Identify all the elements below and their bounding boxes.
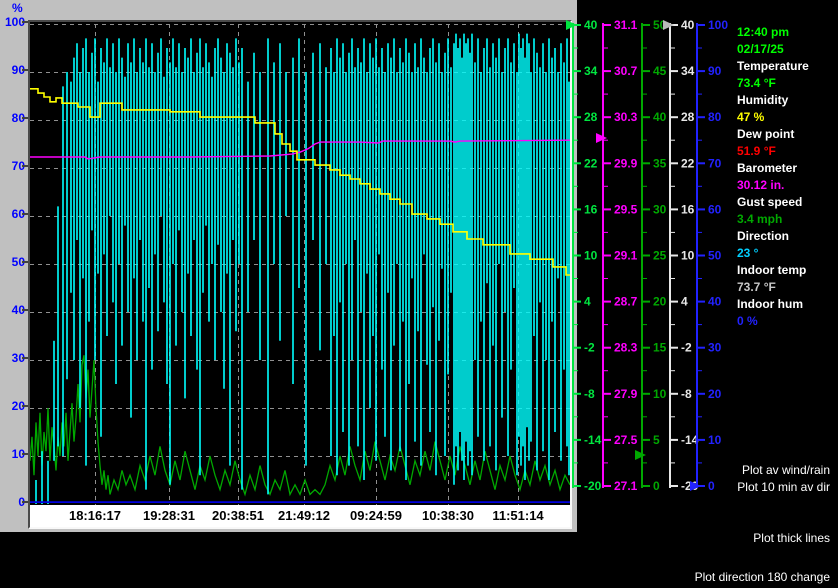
dew-point-value: 51.9 °F (737, 143, 837, 160)
humidity-axis-label: 70 (708, 156, 722, 170)
dew-point-axis: 4034282216104-2-8-14-20 (663, 18, 699, 493)
time-axis-label: 10:38:30 (413, 508, 483, 523)
barometer-axis-label: 27.1 (614, 479, 638, 493)
time-axis-label: 20:38:51 (203, 508, 273, 523)
barometer-axis-label: 30.3 (614, 110, 638, 124)
indoor-temp-label: Indoor temp (737, 262, 837, 279)
weather-plot[interactable] (30, 24, 570, 505)
indoor-temp-value: 73.7 °F (737, 279, 837, 296)
barometer-axis-label: 28.3 (614, 341, 638, 355)
humidity-axis: 1009080706050403020100 (690, 18, 728, 493)
humidity-axis-label: 30 (708, 341, 722, 355)
dew-point-axis-label: -8 (681, 387, 692, 401)
temperature-axis-label: 28 (584, 110, 598, 124)
dew-point-axis-label: 4 (681, 295, 688, 309)
gust-speed-axis-label: 20 (653, 295, 667, 309)
option-plot-10-min-av-dir[interactable]: Plot 10 min av dir (737, 480, 830, 494)
dew-point-label: Dew point (737, 126, 837, 143)
date: 02/17/25 (737, 41, 837, 58)
barometer-axis-label: 29.5 (614, 202, 638, 216)
gust-speed-axis-label: 35 (653, 156, 667, 170)
temperature-axis-label: 34 (584, 64, 598, 78)
temperature-axis-label: -8 (584, 387, 595, 401)
indoor-hum-label: Indoor hum (737, 296, 837, 313)
barometer-axis-label: 31.1 (614, 18, 638, 32)
chart-widget: % 1009080706050403020100 18:16:1719:28:3… (0, 0, 577, 532)
temperature-axis-label: 22 (584, 156, 598, 170)
barometer-axis-label: 28.7 (614, 295, 638, 309)
humidity-axis-label: 20 (708, 387, 722, 401)
temperature-axis-label: -14 (584, 433, 602, 447)
barometer-axis-label: 30.7 (614, 64, 638, 78)
barometer-axis-label: 27.9 (614, 387, 638, 401)
plot-frame: 18:16:17 19:28:3120:38:5121:49:1209:24:59… (28, 20, 572, 529)
readings-panel: 12:40 pm02/17/25Temperature73.4 °FHumidi… (737, 24, 837, 330)
left-axis-unit: % (12, 1, 32, 15)
temperature-pointer (566, 20, 577, 30)
dew-point-axis-label: 10 (681, 249, 695, 263)
humidity-axis-label: 50 (708, 249, 722, 263)
time-axis-label: 18:16:17 (60, 508, 130, 523)
humidity-label: Humidity (737, 92, 837, 109)
humidity-axis-label: 90 (708, 64, 722, 78)
barometer-axis-label: 29.9 (614, 156, 638, 170)
barometer-pointer (596, 133, 607, 143)
dew-point-axis-label: 34 (681, 64, 695, 78)
barometer-axis-label: 29.1 (614, 249, 638, 263)
gust-speed-axis: 50454035302520151050 (635, 18, 667, 493)
gust-speed-axis-label: 15 (653, 341, 667, 355)
temperature-axis-label: 40 (584, 18, 598, 32)
humidity-axis-label: 0 (708, 479, 715, 493)
humidity-axis-label: 100 (708, 18, 728, 32)
humidity-axis-label: 10 (708, 433, 722, 447)
temperature-axis-label: 10 (584, 249, 598, 263)
gust-speed-axis-label: 30 (653, 202, 667, 216)
gust-speed-axis-label: 40 (653, 110, 667, 124)
direction-value: 23 ° (737, 245, 837, 262)
temperature-axis-label: 4 (584, 295, 591, 309)
time-axis-label: 09:24:59 (341, 508, 411, 523)
option-plot-direction-180-change[interactable]: Plot direction 180 change (695, 570, 830, 584)
barometer-axis-label: 27.5 (614, 433, 638, 447)
time-axis-label: 21:49:12 (269, 508, 339, 523)
humidity-axis-label: 80 (708, 110, 722, 124)
right-axes: 4034282216104-2-8-14-2031.130.730.329.92… (560, 0, 735, 510)
barometer-label: Barometer (737, 160, 837, 177)
gust-speed-axis-label: 25 (653, 249, 667, 263)
gust-speed-axis-label: 5 (653, 433, 660, 447)
temperature-axis-label: 16 (584, 202, 598, 216)
dew-point-axis-label: 40 (681, 18, 695, 32)
time-axis: 18:16:17 19:28:3120:38:5121:49:1209:24:59… (30, 505, 570, 527)
barometer-axis: 31.1 30.7 30.3 29.9 29.5 29.1 28.7 28.3 27.9 27.5… (596, 18, 638, 493)
weather-app-screen: % 1009080706050403020100 18:16:1719:28:3… (0, 0, 838, 588)
dew-point-axis-label: 16 (681, 202, 695, 216)
dew-point-axis-label: 22 (681, 156, 695, 170)
dew-point-pointer (663, 20, 674, 30)
dew-point-axis-label: 28 (681, 110, 695, 124)
barometer-value: 30.12 in. (737, 177, 837, 194)
humidity-axis-label: 60 (708, 202, 722, 216)
temperature-value: 73.4 °F (737, 75, 837, 92)
gust-speed-axis-label: 0 (653, 479, 660, 493)
temperature-axis-label: -20 (584, 479, 602, 493)
clock-time: 12:40 pm (737, 24, 837, 41)
gust-speed-axis-label: 10 (653, 387, 667, 401)
indoor-hum-value: 0 % (737, 313, 837, 330)
gust-speed-pointer (635, 450, 646, 460)
option-plot-av-wind-rain[interactable]: Plot av wind/rain (742, 463, 830, 477)
humidity-value: 47 % (737, 109, 837, 126)
temperature-label: Temperature (737, 58, 837, 75)
time-axis-label: 19:28:31 (134, 508, 204, 523)
temperature-axis-label: -2 (584, 341, 595, 355)
direction-label: Direction (737, 228, 837, 245)
gust-speed-axis-label: 45 (653, 64, 667, 78)
gust-speed-value: 3.4 mph (737, 211, 837, 228)
time-axis-label: 11:51:14 (483, 508, 553, 523)
option-plot-thick-lines[interactable]: Plot thick lines (753, 531, 830, 545)
humidity-axis-label: 40 (708, 295, 722, 309)
gust-speed-label: Gust speed (737, 194, 837, 211)
temperature-axis: 40 34 28 22 16 10 4 -2 -8 -14 -20 (566, 18, 602, 493)
dew-point-axis-label: -2 (681, 341, 692, 355)
